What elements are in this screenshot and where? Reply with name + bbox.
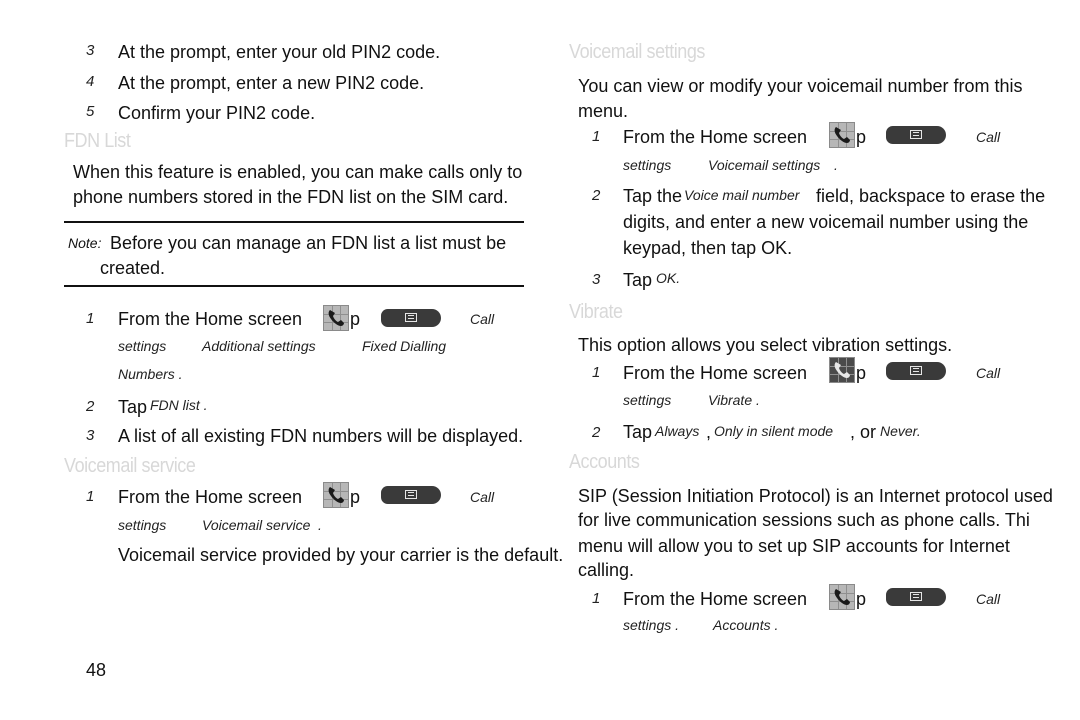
- step-text: From the Home screen: [118, 487, 303, 507]
- step-number: 1: [592, 364, 601, 381]
- tap-text-fragment: p: [350, 487, 361, 507]
- tap-text-fragment: p: [350, 309, 361, 329]
- step-number: 2: [86, 398, 95, 415]
- ui-target: OK.: [656, 270, 681, 286]
- menu-path-item: Numbers .: [118, 366, 183, 382]
- step-text: From the Home screen: [623, 589, 808, 609]
- note-text: created.: [100, 258, 166, 278]
- menu-icon: [910, 130, 922, 139]
- menu-icon: [405, 313, 417, 322]
- voicemail-settings-paragraph: menu.: [578, 101, 629, 121]
- menu-key-button: [886, 126, 946, 144]
- step-text: From the Home screen: [623, 363, 808, 383]
- step-text: digits, and enter a new voicemail number…: [623, 212, 1029, 232]
- section-heading-vibrate: Vibrate: [569, 301, 623, 323]
- note-divider-bottom: [64, 285, 524, 287]
- note-text: Before you can manage an FDN list a list…: [110, 233, 507, 253]
- ui-target: Voice mail number: [684, 187, 800, 203]
- menu-path-item: Accounts .: [713, 617, 779, 633]
- step-text: From the Home screen: [623, 127, 808, 147]
- menu-key-button: [381, 486, 441, 504]
- menu-path-item: .: [834, 157, 838, 173]
- menu-icon: [910, 366, 922, 375]
- menu-key-button: [381, 309, 441, 327]
- voicemail-settings-paragraph: You can view or modify your voicemail nu…: [578, 76, 1023, 96]
- phone-app-icon: [829, 357, 855, 383]
- step-text: At the prompt, enter your old PIN2 code.: [118, 42, 441, 62]
- tap-text-fragment: p: [856, 589, 867, 609]
- menu-path-item: .: [318, 517, 322, 533]
- phone-app-icon: [323, 482, 349, 508]
- menu-path-item: Additional settings: [202, 338, 316, 354]
- tap-text-fragment: p: [856, 127, 867, 147]
- step-number: 4: [86, 73, 95, 90]
- step-text: Tap: [118, 397, 148, 417]
- step-number: 2: [592, 424, 601, 441]
- section-heading-voicemail-settings: Voicemail settings: [569, 41, 705, 63]
- step-number: 1: [86, 488, 95, 505]
- fdn-paragraph: When this feature is enabled, you can ma…: [73, 162, 523, 182]
- accounts-paragraph: menu will allow you to set up SIP accoun…: [578, 536, 1010, 556]
- step-text: At the prompt, enter a new PIN2 code.: [118, 73, 425, 93]
- accounts-paragraph: SIP (Session Initiation Protocol) is an …: [578, 486, 1053, 506]
- menu-path-item: Call: [976, 591, 1001, 607]
- phone-app-icon: [323, 305, 349, 331]
- page-number: 48: [86, 660, 107, 680]
- menu-path-item: Call: [976, 129, 1001, 145]
- option-only-in-silent-mode: Only in silent mode: [714, 423, 834, 439]
- option-always: Always: [655, 423, 700, 439]
- menu-icon: [910, 592, 922, 601]
- step-text: From the Home screen: [118, 309, 303, 329]
- step-text: Tap: [623, 270, 653, 290]
- separator: , or: [850, 422, 877, 442]
- step-number: 1: [86, 310, 95, 327]
- step-text: field, backspace to erase the: [816, 186, 1046, 206]
- section-heading-voicemail-service: Voicemail service: [64, 455, 196, 477]
- step-text: Confirm your PIN2 code.: [118, 103, 316, 123]
- ui-target: FDN list .: [150, 397, 208, 413]
- phone-app-icon: [829, 122, 855, 148]
- separator: ,: [706, 422, 712, 442]
- note-label: Note:: [68, 235, 102, 251]
- tap-text-fragment: p: [856, 363, 867, 383]
- menu-icon: [405, 490, 417, 499]
- step-number: 1: [592, 128, 601, 145]
- option-never: Never.: [880, 423, 921, 439]
- vibrate-paragraph: This option allows you select vibration …: [578, 335, 953, 355]
- menu-key-button: [886, 362, 946, 380]
- step-number: 5: [86, 103, 95, 120]
- menu-path-item: Call: [470, 311, 495, 327]
- menu-path-item: Call: [976, 365, 1001, 381]
- menu-path-item: Voicemail service: [202, 517, 311, 533]
- step-number: 3: [86, 42, 95, 59]
- menu-path-item: settings: [118, 517, 167, 533]
- section-heading-accounts: Accounts: [569, 451, 640, 473]
- menu-path-item: settings .: [623, 617, 680, 633]
- menu-path-item: settings: [623, 392, 672, 408]
- step-number: 3: [592, 271, 601, 288]
- step-text: keypad, then tap OK.: [623, 238, 793, 258]
- step-number: 2: [592, 187, 601, 204]
- voicemail-service-paragraph: Voicemail service provided by your carri…: [118, 545, 564, 565]
- menu-path-item: Voicemail settings: [708, 157, 821, 173]
- step-number: 3: [86, 427, 95, 444]
- section-heading-fdn-list: FDN List: [64, 130, 131, 152]
- step-text: Tap: [623, 422, 653, 442]
- accounts-paragraph: for live communication sessions such as …: [578, 510, 1030, 530]
- step-text: A list of all existing FDN numbers will …: [118, 426, 524, 446]
- menu-path-item: settings: [118, 338, 167, 354]
- menu-path-item: Fixed Dialling: [362, 338, 447, 354]
- menu-path-item: Vibrate .: [708, 392, 760, 408]
- note-divider-top: [64, 221, 524, 223]
- phone-app-icon: [829, 584, 855, 610]
- menu-path-item: Call: [470, 489, 495, 505]
- menu-key-button: [886, 588, 946, 606]
- step-number: 1: [592, 590, 601, 607]
- step-text: Tap the: [623, 186, 683, 206]
- fdn-paragraph: phone numbers stored in the FDN list on …: [73, 187, 509, 207]
- accounts-paragraph: calling.: [578, 560, 635, 580]
- menu-path-item: settings: [623, 157, 672, 173]
